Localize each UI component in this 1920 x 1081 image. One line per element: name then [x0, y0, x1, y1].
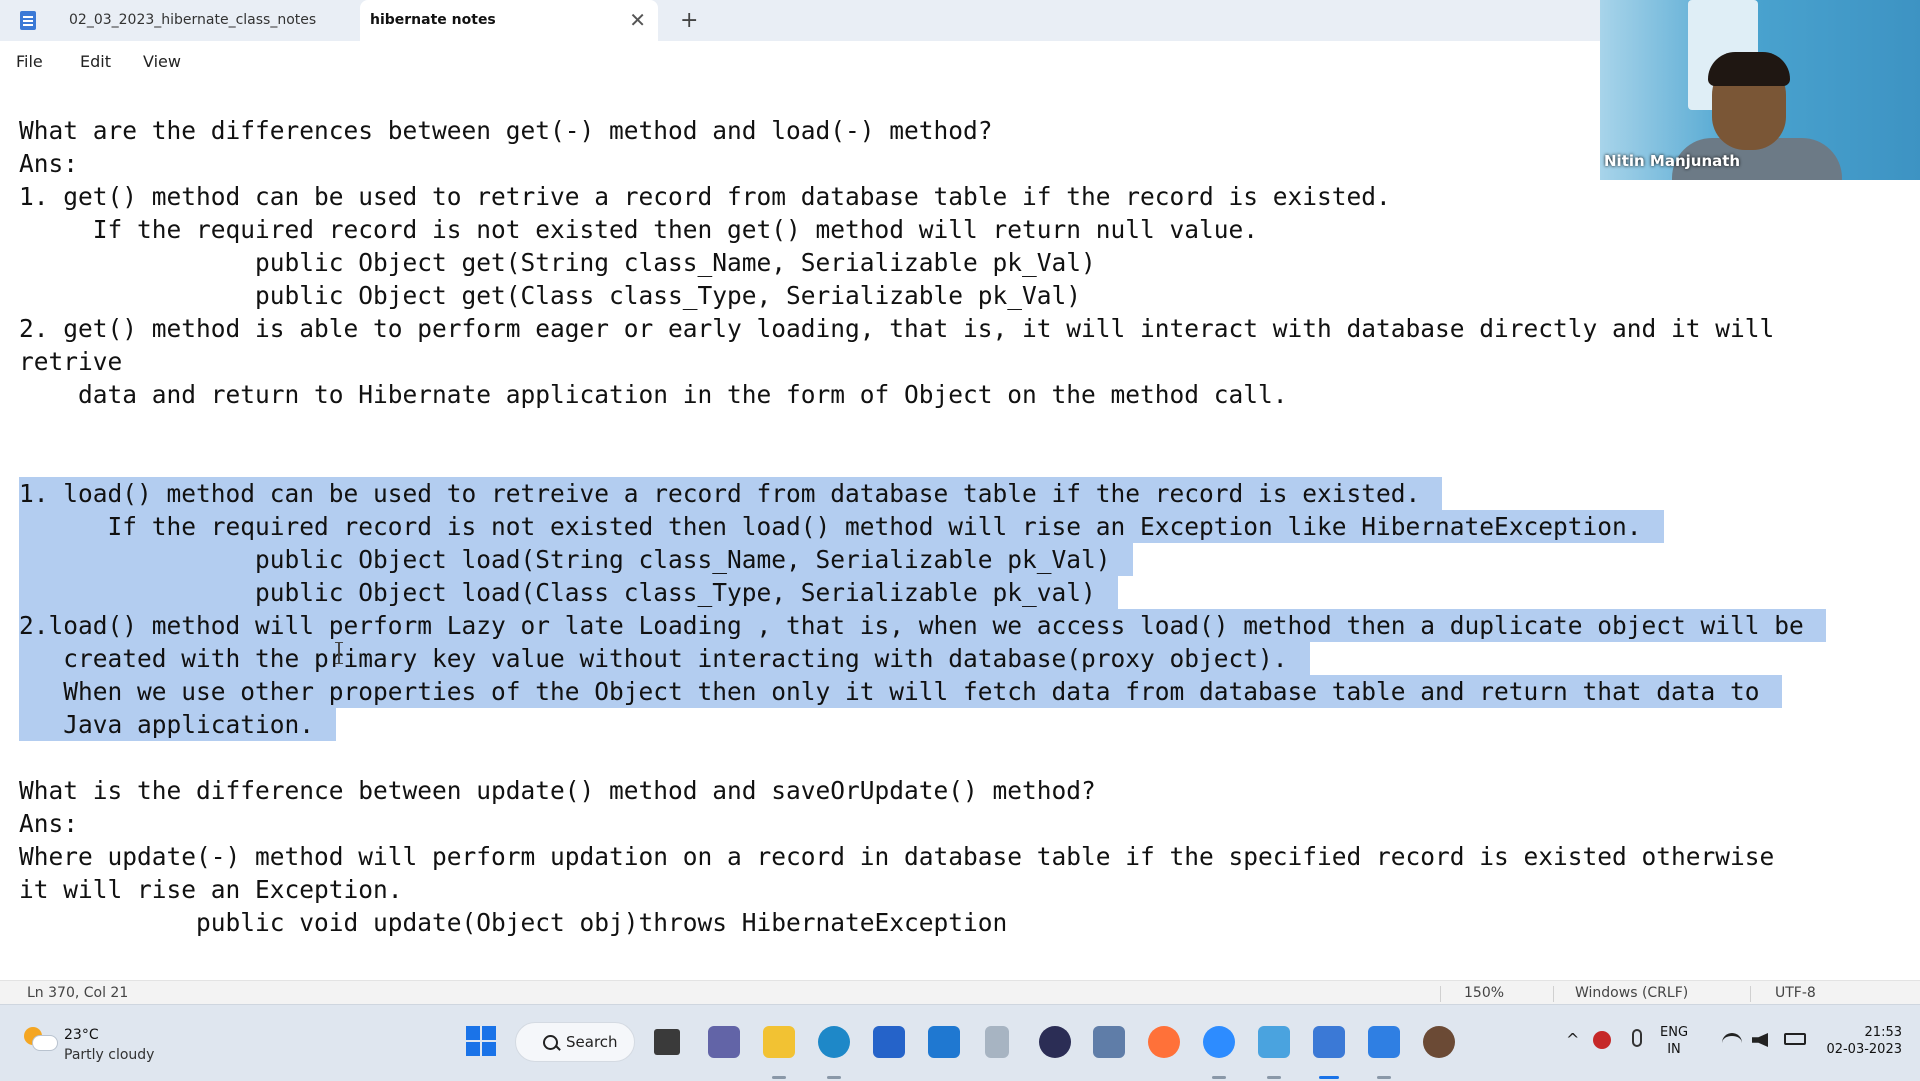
tab-label: hibernate notes — [370, 12, 496, 28]
editor-line: data and return to Hibernate application… — [19, 380, 1288, 409]
tab-label: 02_03_2023_hibernate_class_notes — [69, 12, 317, 28]
webcam-name-label: Nitin Manjunath — [1604, 152, 1741, 170]
menu-view[interactable]: View — [143, 41, 181, 83]
text-cursor-icon — [335, 642, 343, 664]
taskbar-search[interactable]: Search — [515, 1022, 635, 1062]
status-divider — [1553, 986, 1554, 1002]
webcam-person-hair — [1708, 52, 1790, 86]
running-indicator — [772, 1076, 786, 1079]
running-indicator — [827, 1076, 841, 1079]
tab-class-notes[interactable]: 02_03_2023_hibernate_class_notes — [55, 0, 355, 41]
search-label: Search — [566, 1033, 618, 1051]
editor-line: Java application. — [19, 708, 337, 741]
tab-hibernate-notes[interactable]: hibernate notes ✕ — [360, 0, 658, 41]
media-app-icon[interactable] — [1423, 1026, 1455, 1058]
editor-line: created with the primary key value witho… — [19, 642, 1310, 675]
taskbar: 23°C Partly cloudy Search ^ ENG IN 21:53… — [0, 1004, 1920, 1081]
volume-icon[interactable] — [1752, 1033, 1768, 1047]
active-app-indicator — [1319, 1076, 1339, 1079]
line-ending: Windows (CRLF) — [1575, 985, 1689, 1001]
teams-chat-icon[interactable] — [708, 1026, 740, 1058]
editor-line: When we use other properties of the Obje… — [19, 675, 1782, 708]
clock-time: 21:53 — [1864, 1025, 1902, 1040]
editor-line: public void update(Object obj)throws Hib… — [19, 908, 1008, 937]
mail-icon[interactable] — [928, 1026, 960, 1058]
editor-line: 2. get() method is able to perform eager… — [19, 314, 1775, 343]
text-editor[interactable]: What are the differences between get(-) … — [0, 83, 1920, 980]
status-bar: Ln 370, Col 21 150% Windows (CRLF) UTF-8 — [0, 980, 1920, 1005]
system-clock[interactable]: 21:53 02-03-2023 — [1820, 1024, 1902, 1058]
notepad-icon — [20, 11, 36, 30]
webcam-overlay: Nitin Manjunath — [1600, 0, 1920, 180]
status-divider — [1440, 986, 1441, 1002]
editor-line: What are the differences between get(-) … — [19, 116, 993, 145]
firefox-icon[interactable] — [1148, 1026, 1180, 1058]
weather-temperature[interactable]: 23°C — [64, 1027, 99, 1043]
close-tab-icon[interactable]: ✕ — [629, 0, 646, 41]
edge-browser-icon[interactable] — [818, 1026, 850, 1058]
editor-line: Ans: — [19, 809, 79, 838]
notepad-taskbar-icon[interactable] — [1313, 1026, 1345, 1058]
editor-line: it will rise an Exception. — [19, 875, 403, 904]
editor-line: Ans: — [19, 149, 79, 178]
menu-bar: File Edit View — [0, 41, 1600, 83]
editor-line: public Object get(Class class_Type, Seri… — [19, 281, 1082, 310]
input-language[interactable]: ENG IN — [1660, 1024, 1688, 1058]
running-indicator — [1267, 1076, 1281, 1079]
start-button[interactable] — [466, 1026, 498, 1058]
editor-line: public Object load(String class_Name, Se… — [19, 543, 1133, 576]
cursor-position: Ln 370, Col 21 — [27, 985, 129, 1001]
feedback-app-icon[interactable] — [1368, 1026, 1400, 1058]
remote-desktop-icon[interactable] — [1093, 1026, 1125, 1058]
editor-line: Where update(-) method will perform upda… — [19, 842, 1775, 871]
editor-line: retrive — [19, 347, 123, 376]
editor-line: 1. get() method can be used to retrive a… — [19, 182, 1391, 211]
editor-line: If the required record is not existed th… — [19, 215, 1259, 244]
region-code: IN — [1667, 1042, 1681, 1057]
language-code: ENG — [1660, 1025, 1689, 1040]
weather-icon[interactable] — [24, 1027, 58, 1051]
encoding: UTF-8 — [1775, 985, 1816, 1001]
new-tab-button[interactable]: + — [680, 0, 698, 41]
security-app-icon[interactable] — [985, 1026, 1009, 1058]
battery-icon[interactable] — [1784, 1033, 1806, 1045]
running-indicator — [1212, 1076, 1226, 1079]
notification-app-icon[interactable] — [1593, 1031, 1611, 1049]
microphone-icon[interactable] — [1632, 1029, 1642, 1047]
file-explorer-icon[interactable] — [763, 1026, 795, 1058]
wifi-icon[interactable] — [1722, 1033, 1742, 1047]
editor-line: 1. load() method can be used to retreive… — [19, 477, 1443, 510]
eclipse-icon[interactable] — [1039, 1026, 1071, 1058]
running-indicator — [1377, 1076, 1391, 1079]
tab-strip: 02_03_2023_hibernate_class_notes hiberna… — [0, 0, 1600, 41]
search-icon — [543, 1035, 558, 1050]
zoom-icon[interactable] — [1203, 1026, 1235, 1058]
weather-condition[interactable]: Partly cloudy — [64, 1047, 154, 1063]
clock-date: 02-03-2023 — [1826, 1042, 1902, 1057]
microsoft-store-icon[interactable] — [873, 1026, 905, 1058]
whiteboard-icon[interactable] — [1258, 1026, 1290, 1058]
chevron-up-icon[interactable]: ^ — [1566, 1030, 1579, 1049]
editor-line: public Object load(Class class_Type, Ser… — [19, 576, 1118, 609]
zoom-level: 150% — [1464, 985, 1505, 1001]
menu-file[interactable]: File — [16, 41, 43, 83]
menu-edit[interactable]: Edit — [80, 41, 111, 83]
task-view-icon[interactable] — [654, 1029, 680, 1055]
status-divider — [1750, 986, 1751, 1002]
editor-line: 2.load() method will perform Lazy or lat… — [19, 609, 1826, 642]
editor-line: If the required record is not existed th… — [19, 510, 1664, 543]
editor-line: What is the difference between update() … — [19, 776, 1096, 805]
editor-line: public Object get(String class_Name, Ser… — [19, 248, 1096, 277]
